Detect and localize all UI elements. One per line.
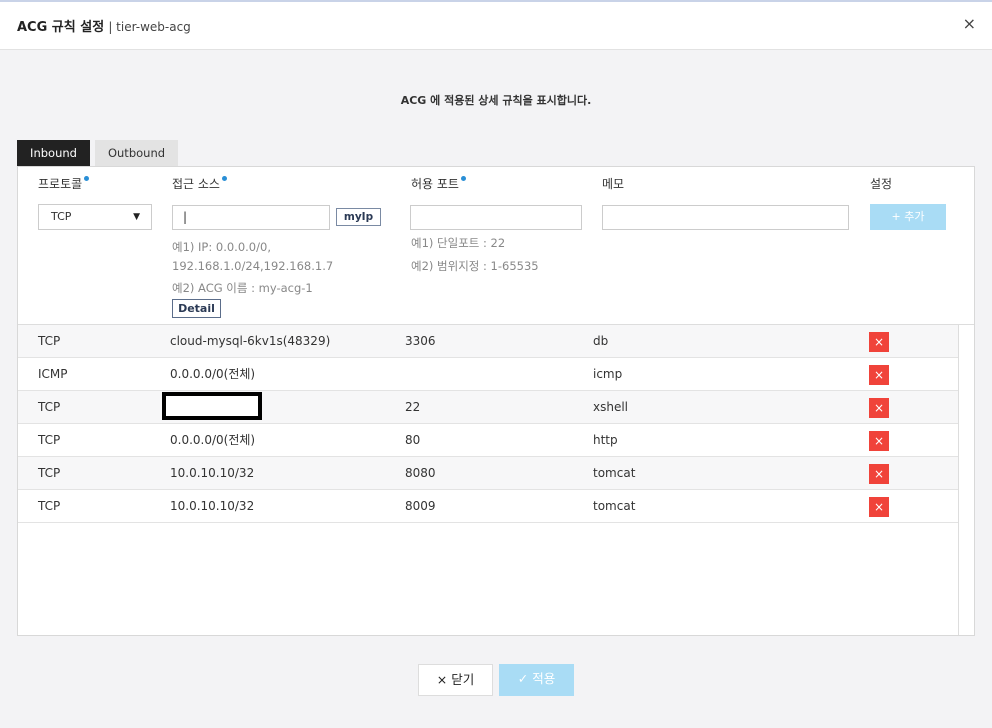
acg-rule-modal: ACG 규칙 설정 | tier-web-acg × ACG 에 적용된 상세 … [0, 0, 992, 728]
column-header-port: 허용 포트 [411, 175, 466, 192]
modal-title-text: ACG 규칙 설정 [17, 20, 105, 35]
rule-source: 10.0.10.10/32 [170, 466, 255, 480]
redacted-box [162, 392, 262, 420]
column-header-port-label: 허용 포트 [411, 177, 459, 191]
rule-protocol: TCP [38, 334, 61, 348]
required-dot-icon [84, 176, 90, 181]
rule-source: 0.0.0.0/0(전체) [170, 367, 256, 381]
rule-memo: icmp [593, 367, 623, 381]
table-row: TCP 0.0.0.0/0(전체) 80 http × [18, 424, 958, 457]
rule-source: 10.0.10.10/32 [170, 499, 255, 513]
memo-input[interactable] [602, 205, 849, 230]
source-input[interactable]: | [172, 205, 330, 230]
table-row: TCP cloud-mysql-6kv1s(48329) 3306 db × [18, 325, 958, 358]
rule-source: 0.0.0.0/0(전체) [170, 433, 256, 447]
column-header-source: 접근 소스 [172, 175, 227, 192]
rule-port: 3306 [405, 334, 436, 348]
modal-header: ACG 규칙 설정 | tier-web-acg × [0, 2, 992, 50]
detail-button[interactable]: Detail [172, 299, 221, 318]
caret-down-icon: ▼ [133, 212, 140, 222]
delete-rule-icon[interactable]: × [869, 497, 889, 517]
table-row: TCP 10.0.10.10/32 8009 tomcat × [18, 490, 958, 523]
rule-port: 8080 [405, 466, 436, 480]
close-button[interactable]: × 닫기 [418, 664, 493, 696]
table-row: ICMP 0.0.0.0/0(전체) icmp × [18, 358, 958, 391]
source-hint-1: 예1) IP: 0.0.0.0/0, 192.168.1.0/24,192.16… [172, 238, 333, 276]
rule-memo: db [593, 334, 609, 348]
rule-memo: tomcat [593, 466, 636, 480]
rule-protocol: ICMP [38, 367, 68, 381]
tab-inbound[interactable]: Inbound [17, 140, 90, 166]
modal-subtitle: | tier-web-acg [108, 20, 191, 34]
column-header-protocol-label: 프로토콜 [38, 177, 83, 191]
modal-description: ACG 에 적용된 상세 규칙을 표시합니다. [400, 94, 592, 107]
protocol-select-value: TCP [51, 210, 72, 223]
column-header-source-label: 접근 소스 [172, 177, 220, 191]
rule-memo: tomcat [593, 499, 636, 513]
source-hint-2: 예2) ACG 이름 : my-acg-1 [172, 281, 313, 295]
delete-rule-icon[interactable]: × [869, 398, 889, 418]
rule-panel: 프로토콜 접근 소스 허용 포트 메모 설정 TCP ▼ | myIp 예1) … [17, 166, 975, 636]
rule-protocol: TCP [38, 433, 61, 447]
port-input[interactable] [410, 205, 582, 230]
delete-rule-icon[interactable]: × [869, 365, 889, 385]
close-icon[interactable]: × [963, 16, 976, 32]
apply-button[interactable]: ✓ 적용 [499, 664, 574, 696]
rule-memo: xshell [593, 400, 629, 414]
rule-protocol: TCP [38, 466, 61, 480]
required-dot-icon [221, 176, 227, 181]
delete-rule-icon[interactable]: × [869, 464, 889, 484]
table-row: TCP 10.0.10.10/32 8080 tomcat × [18, 457, 958, 490]
modal-title: ACG 규칙 설정 | tier-web-acg [17, 16, 191, 35]
column-header-settings: 설정 [870, 177, 893, 191]
add-rule-button[interactable]: + 추가 [870, 204, 946, 230]
delete-rule-icon[interactable]: × [869, 431, 889, 451]
source-hint-1-line2: 192.168.1.0/24,192.168.1.7 [172, 259, 334, 273]
scrollbar[interactable] [958, 325, 974, 635]
rule-port: 8009 [405, 499, 436, 513]
delete-rule-icon[interactable]: × [869, 332, 889, 352]
tab-outbound[interactable]: Outbound [95, 140, 178, 166]
required-dot-icon [460, 176, 466, 181]
rule-port: 22 [405, 400, 421, 414]
column-header-protocol: 프로토콜 [38, 175, 90, 192]
rule-protocol: TCP [38, 400, 61, 414]
rule-memo: http [593, 433, 618, 447]
rule-source: cloud-mysql-6kv1s(48329) [170, 334, 331, 348]
tab-bar: Inbound Outbound [17, 140, 183, 166]
port-hint-1: 예1) 단일포트 : 22 [411, 236, 506, 250]
table-row: TCP 22 xshell × [18, 391, 958, 424]
protocol-select[interactable]: TCP ▼ [38, 204, 152, 230]
column-header-memo: 메모 [602, 177, 625, 191]
myip-button[interactable]: myIp [336, 208, 381, 226]
rule-list: TCP cloud-mysql-6kv1s(48329) 3306 db × ICMP 0.… [18, 325, 958, 523]
rule-protocol: TCP [38, 499, 61, 513]
source-hint-1-line1: 예1) IP: 0.0.0.0/0, [172, 240, 271, 254]
rule-port: 80 [405, 433, 421, 447]
port-hint-2: 예2) 범위지정 : 1-65535 [411, 259, 539, 273]
